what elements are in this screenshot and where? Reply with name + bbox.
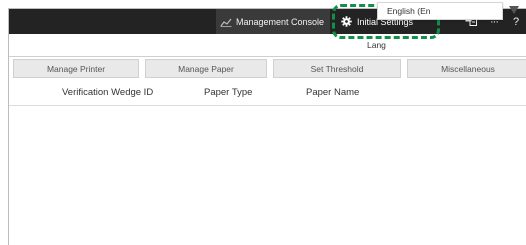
table-header-divider	[9, 105, 526, 106]
column-header-paper-name[interactable]: Paper Name	[306, 87, 359, 98]
column-header-paper-type[interactable]: Paper Type	[204, 87, 252, 98]
help-icon: ?	[512, 15, 520, 28]
tab-miscellaneous[interactable]: Miscellaneous	[407, 59, 526, 78]
divider	[9, 56, 526, 57]
language-value: English (En	[387, 6, 431, 16]
chevron-down-icon[interactable]	[509, 6, 519, 14]
language-label: Lang	[367, 40, 386, 50]
management-console-label: Management Console	[236, 16, 325, 27]
management-console-button[interactable]: Management Console	[216, 9, 330, 34]
tab-label: Manage Printer	[46, 63, 106, 74]
tab-label: Manage Paper	[178, 63, 234, 74]
tab-label: Set Threshold	[310, 63, 364, 74]
language-row: Lang	[9, 34, 526, 56]
language-select[interactable]: English (En	[377, 2, 503, 20]
tab-set-threshold[interactable]: Set Threshold	[273, 59, 401, 78]
column-header-verification-wedge-id[interactable]: Verification Wedge ID	[62, 87, 153, 98]
chart-icon	[220, 17, 232, 27]
tab-manage-paper[interactable]: Manage Paper	[145, 59, 267, 78]
tab-label: Miscellaneous	[441, 63, 495, 74]
tab-manage-printer[interactable]: Manage Printer	[13, 59, 139, 78]
